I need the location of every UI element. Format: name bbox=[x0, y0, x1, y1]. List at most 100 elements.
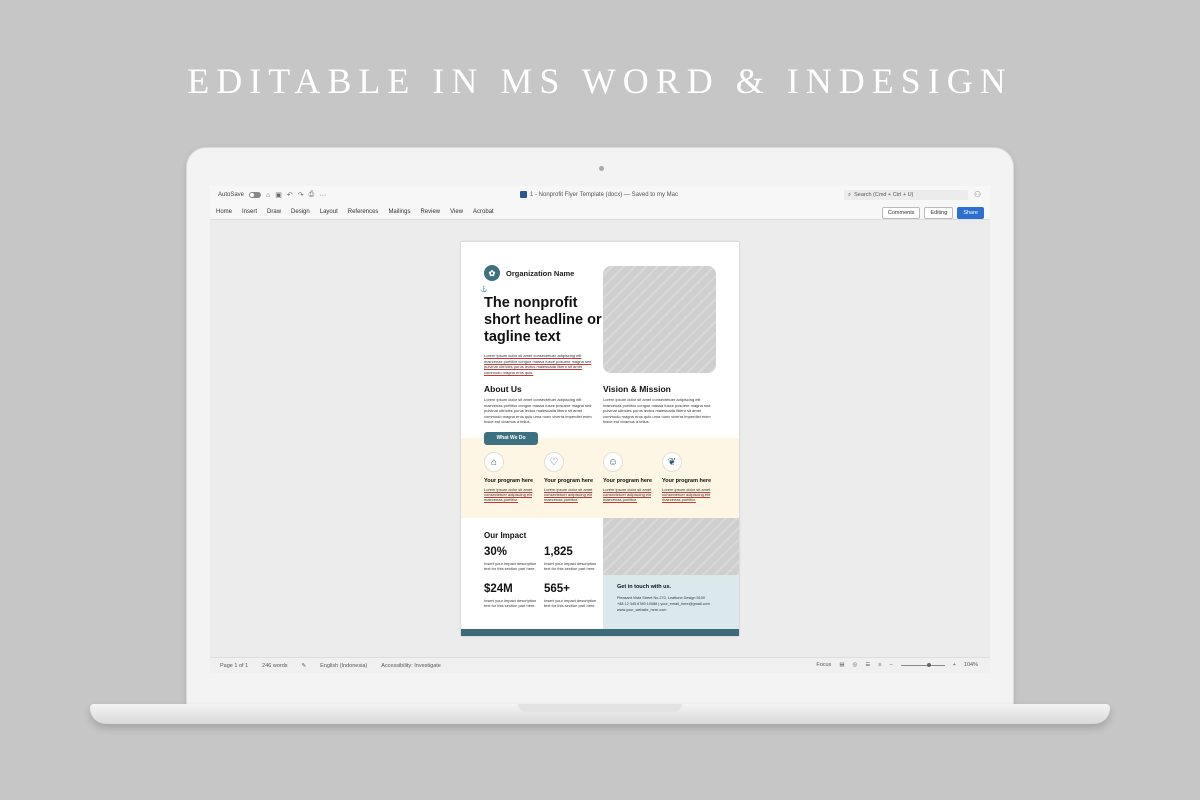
tab-review[interactable]: Review bbox=[420, 209, 440, 215]
footer-bar bbox=[461, 629, 739, 636]
comments-button[interactable]: Comments bbox=[881, 207, 921, 219]
zoom-level[interactable]: 104% bbox=[964, 662, 978, 668]
program-item: ☺ Your program here Lorem ipsum dolor si… bbox=[603, 452, 659, 502]
zoom-out-icon[interactable]: − bbox=[889, 662, 892, 668]
home-icon: ⌂ bbox=[484, 452, 504, 472]
tab-acrobat[interactable]: Acrobat bbox=[473, 209, 494, 215]
anchor-icon: ⚓ bbox=[480, 287, 488, 293]
editing-button[interactable]: Editing bbox=[924, 207, 954, 219]
stat-description: Insert your impact description text for … bbox=[484, 561, 537, 571]
tab-mailings[interactable]: Mailings bbox=[388, 209, 410, 215]
intro-paragraph: Lorem ipsum dolor sit amet consectetuer … bbox=[484, 353, 592, 375]
stat-description: Insert your impact description text for … bbox=[484, 598, 537, 608]
print-layout-icon[interactable]: ▤ bbox=[839, 662, 844, 668]
save-icon[interactable]: ▣ bbox=[275, 191, 282, 199]
laptop-notch bbox=[518, 704, 682, 712]
title-bar: AutoSave ⌂ ▣ ↶ ↷ ⎙ ··· 1 - Nonprofit Fly… bbox=[210, 186, 990, 204]
account-icon[interactable]: ⚇ bbox=[974, 190, 981, 199]
leaf-logo-icon: ✿ bbox=[484, 265, 500, 281]
contact-phone-email: +88 12 345 6789 10088 | your_email_here@… bbox=[617, 602, 710, 606]
proofing-icon[interactable]: ✎ bbox=[302, 663, 307, 669]
vision-text: Lorem ipsum dolor sit amet consectetuer … bbox=[603, 397, 711, 425]
impact-heading: Our Impact bbox=[484, 531, 527, 540]
what-we-do-label: What We Do bbox=[484, 432, 538, 445]
tab-draw[interactable]: Draw bbox=[267, 209, 281, 215]
more-icon[interactable]: ··· bbox=[319, 192, 326, 199]
autosave-label: AutoSave bbox=[218, 192, 245, 198]
search-placeholder: Search (Cmd + Ctrl + U) bbox=[854, 192, 914, 198]
contact-box: Get in touch with us. Pleasant Vista Str… bbox=[603, 575, 739, 629]
stat-description: Insert your impact description text for … bbox=[544, 598, 597, 608]
tab-view[interactable]: View bbox=[450, 209, 463, 215]
program-item: ❦ Your program here Lorem ipsum dolor si… bbox=[662, 452, 718, 502]
program-text: Lorem ipsum dolor sit amet consectetuer … bbox=[662, 487, 711, 502]
stat-description: Insert your impact description text for … bbox=[544, 561, 597, 571]
tab-references[interactable]: References bbox=[348, 209, 379, 215]
vision-heading: Vision & Mission bbox=[603, 384, 671, 394]
tab-design[interactable]: Design bbox=[291, 209, 310, 215]
contact-website: www.your_website_here.com bbox=[617, 608, 667, 612]
home-icon[interactable]: ⌂ bbox=[266, 192, 270, 199]
program-text: Lorem ipsum dolor sit amet consectetuer … bbox=[544, 487, 593, 502]
stat-value: 30% bbox=[484, 546, 508, 558]
contact-heading: Get in touch with us. bbox=[617, 584, 672, 590]
tab-home[interactable]: Home bbox=[216, 209, 232, 215]
status-bar: Page 1 of 1 246 words ✎ English (Indones… bbox=[210, 657, 990, 673]
flyer-page[interactable]: ✿ Organization Name ⚓ The nonprofit shor… bbox=[461, 242, 739, 636]
organization-header: ✿ Organization Name bbox=[484, 265, 574, 281]
program-text: Lorem ipsum dolor sit amet consectetuer … bbox=[603, 487, 652, 502]
word-count[interactable]: 246 words bbox=[262, 663, 287, 669]
impact-stat: 1,825 Insert your impact description tex… bbox=[544, 546, 598, 571]
program-title: Your program here bbox=[662, 478, 712, 484]
hand-heart-icon: ♡ bbox=[544, 452, 564, 472]
programs-section: ⌂ Your program here Lorem ipsum dolor si… bbox=[461, 438, 739, 518]
document-canvas[interactable]: ✿ Organization Name ⚓ The nonprofit shor… bbox=[210, 220, 990, 657]
draft-icon[interactable]: ≡ bbox=[878, 662, 881, 668]
ribbon-tabs: Home Insert Draw Design Layout Reference… bbox=[210, 204, 990, 220]
word-file-icon bbox=[520, 191, 527, 198]
stat-value: 1,825 bbox=[544, 546, 573, 558]
impact-stat: 565+ Insert your impact description text… bbox=[544, 583, 598, 608]
program-item: ⌂ Your program here Lorem ipsum dolor si… bbox=[484, 452, 540, 502]
outline-icon[interactable]: ☰ bbox=[865, 662, 870, 668]
autosave-toggle[interactable] bbox=[249, 192, 262, 198]
contact-address: Pleasant Vista Street No.270, Leaftone D… bbox=[617, 596, 705, 600]
camera-dot bbox=[599, 166, 604, 171]
image-placeholder-2 bbox=[603, 518, 739, 576]
print-icon[interactable]: ⎙ bbox=[309, 191, 315, 199]
undo-icon[interactable]: ↶ bbox=[287, 191, 293, 199]
web-layout-icon[interactable]: ◎ bbox=[853, 662, 858, 668]
search-icon: ⌕ bbox=[848, 191, 852, 198]
flyer-headline: The nonprofit short headline or tagline … bbox=[484, 295, 602, 345]
zoom-in-icon[interactable]: + bbox=[953, 662, 956, 668]
laptop-base bbox=[90, 704, 1110, 724]
share-button[interactable]: Share bbox=[957, 207, 984, 219]
search-input[interactable]: ⌕ Search (Cmd + Ctrl + U) bbox=[844, 190, 968, 200]
word-window: AutoSave ⌂ ▣ ↶ ↷ ⎙ ··· 1 - Nonprofit Fly… bbox=[210, 186, 990, 673]
tab-layout[interactable]: Layout bbox=[320, 209, 338, 215]
page-count[interactable]: Page 1 of 1 bbox=[220, 663, 248, 669]
focus-button[interactable]: Focus bbox=[816, 662, 831, 668]
impact-stat: $24M Insert your impact description text… bbox=[484, 583, 538, 608]
impact-stat: 30% Insert your impact description text … bbox=[484, 546, 538, 571]
leaf-icon: ❦ bbox=[662, 452, 682, 472]
about-heading: About Us bbox=[484, 384, 522, 394]
image-placeholder bbox=[603, 266, 716, 373]
promo-headline: EDITABLE IN MS WORD & INDESIGN bbox=[187, 61, 1013, 101]
redo-icon[interactable]: ↷ bbox=[298, 191, 304, 199]
about-text: Lorem ipsum dolor sit amet consectetuer … bbox=[484, 397, 592, 425]
tab-insert[interactable]: Insert bbox=[242, 209, 257, 215]
accessibility-indicator[interactable]: Accessibility: Investigate bbox=[381, 663, 441, 669]
document-title[interactable]: 1 - Nonprofit Flyer Template (docx) — Sa… bbox=[520, 191, 678, 198]
language-indicator[interactable]: English (Indonesia) bbox=[320, 663, 367, 669]
person-icon: ☺ bbox=[603, 452, 623, 472]
zoom-slider[interactable] bbox=[900, 662, 945, 667]
program-title: Your program here bbox=[603, 478, 653, 484]
program-title: Your program here bbox=[484, 478, 534, 484]
document-title-text: 1 - Nonprofit Flyer Template (docx) — Sa… bbox=[530, 191, 678, 198]
program-item: ♡ Your program here Lorem ipsum dolor si… bbox=[544, 452, 600, 502]
organization-name: Organization Name bbox=[506, 268, 575, 278]
stat-value: $24M bbox=[484, 583, 513, 595]
stat-value: 565+ bbox=[544, 583, 570, 595]
program-text: Lorem ipsum dolor sit amet consectetuer … bbox=[484, 487, 533, 502]
